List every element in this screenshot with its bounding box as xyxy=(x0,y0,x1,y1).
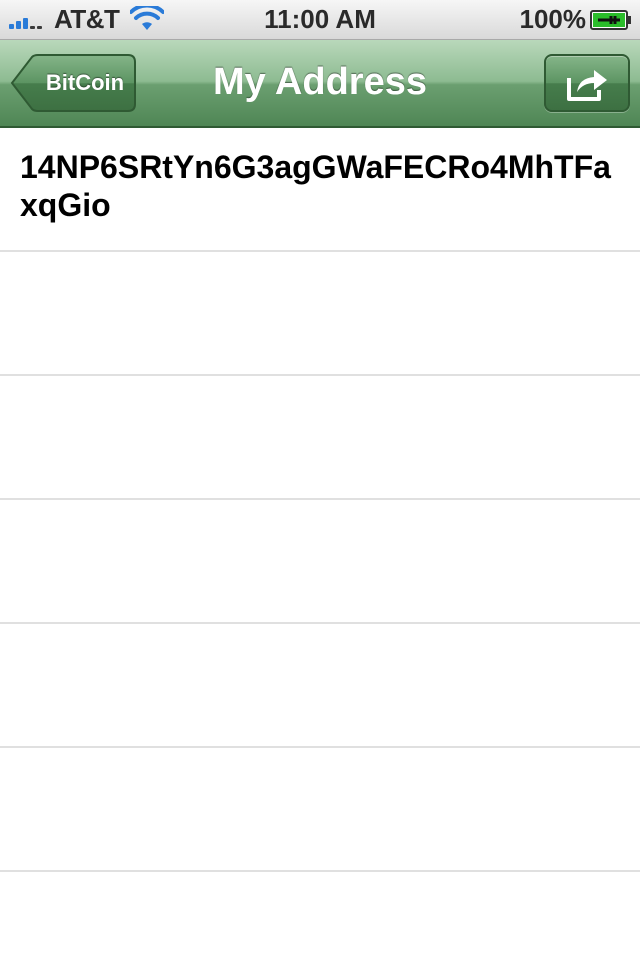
page-title: My Address xyxy=(213,61,427,103)
table-row xyxy=(0,748,640,872)
bitcoin-address: 14NP6SRtYn6G3agGWaFECRo4MhTFaxqGio xyxy=(20,149,611,223)
table-row xyxy=(0,624,640,748)
address-row[interactable]: 14NP6SRtYn6G3agGWaFECRo4MhTFaxqGio xyxy=(0,128,640,252)
back-button-label: BitCoin xyxy=(45,70,125,95)
navigation-bar: BitCoin My Address xyxy=(0,40,640,128)
address-table: 14NP6SRtYn6G3agGWaFECRo4MhTFaxqGio xyxy=(0,128,640,960)
screen: AT&T 11:00 AM 100% BitCoin My Address 14… xyxy=(0,0,640,960)
back-button[interactable]: BitCoin xyxy=(10,54,136,112)
table-row xyxy=(0,252,640,376)
battery-charging-icon xyxy=(590,10,631,30)
battery-percent: 100% xyxy=(519,4,587,34)
share-button[interactable] xyxy=(544,54,630,112)
status-bar: AT&T 11:00 AM 100% xyxy=(0,0,640,40)
table-row xyxy=(0,376,640,500)
share-icon xyxy=(567,70,607,101)
table-row xyxy=(0,872,640,960)
table-row xyxy=(0,500,640,624)
